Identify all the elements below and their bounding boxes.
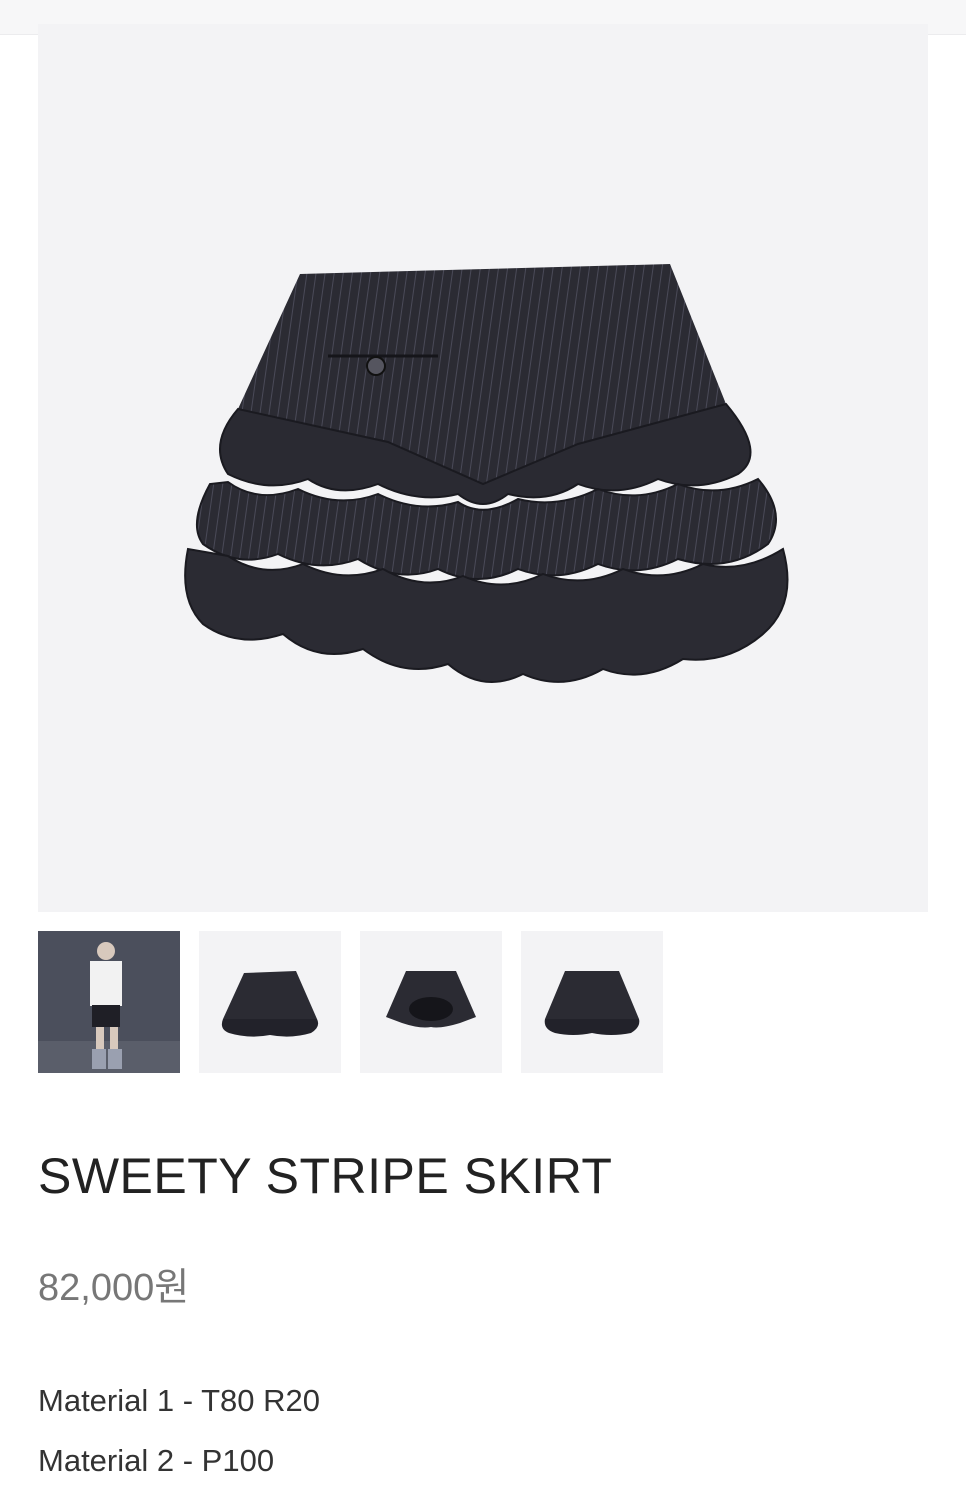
skirt-side-icon xyxy=(521,931,663,1073)
model-photo-icon xyxy=(38,931,180,1073)
thumbnail-skirt-front[interactable] xyxy=(199,931,341,1073)
product-price: 82,000원 xyxy=(38,1267,190,1309)
thumbnail-model-photo[interactable] xyxy=(38,931,180,1073)
thumbnail-skirt-back[interactable] xyxy=(360,931,502,1073)
skirt-back-icon xyxy=(360,931,502,1073)
thumbnail-skirt-side[interactable] xyxy=(521,931,663,1073)
skirt-illustration xyxy=(184,264,789,683)
thumbnail-gallery xyxy=(38,931,663,1073)
skirt-front-icon xyxy=(199,931,341,1073)
material-1: Material 1 - T80 R20 xyxy=(38,1383,320,1418)
material-2: Material 2 - P100 xyxy=(38,1443,275,1478)
product-title: SWEETY STRIPE SKIRT xyxy=(38,1148,613,1204)
main-product-image[interactable] xyxy=(38,24,928,912)
